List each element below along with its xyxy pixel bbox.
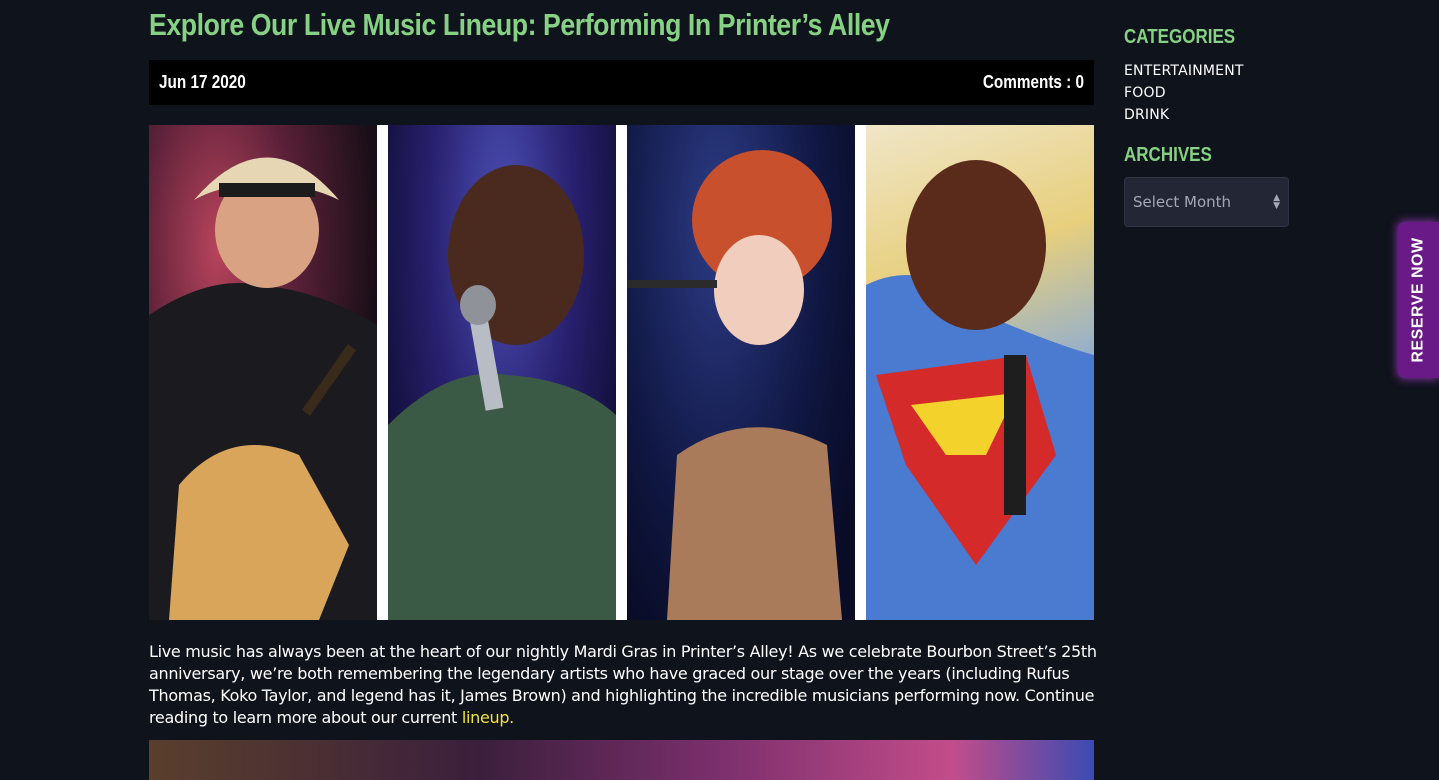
guitarist-figure: [149, 157, 377, 620]
post-title: Explore Our Live Music Lineup: Performin…: [149, 7, 890, 42]
performer-photo-singer-green-shirt: [388, 125, 616, 620]
categories-heading: CATEGORIES: [1124, 26, 1236, 48]
category-link-food[interactable]: FOOD: [1124, 82, 1244, 104]
reserve-now-label: RESERVE NOW: [1409, 237, 1427, 363]
performer-photo-guitarist: [149, 125, 377, 620]
second-post-image: [149, 740, 1094, 780]
superman-singer-figure: [866, 160, 1094, 620]
post-body-text: Live music has always been at the heart …: [149, 642, 1097, 727]
select-updown-icon: ▲ ▼: [1273, 193, 1280, 211]
archive-select-value: Select Month: [1133, 193, 1232, 211]
lineup-link[interactable]: lineup.: [462, 708, 514, 727]
post-excerpt: Live music has always been at the heart …: [149, 641, 1099, 729]
performer-photo-superman-shirt: [866, 125, 1094, 620]
categories-list: ENTERTAINMENT FOOD DRINK: [1124, 60, 1244, 126]
archive-month-select[interactable]: Select Month ▲ ▼: [1124, 177, 1289, 227]
singer-red-hair-figure: [627, 150, 842, 620]
post-date: Jun 17 2020: [159, 72, 246, 92]
post-meta-bar: Jun 17 2020 Comments : 0: [149, 60, 1094, 105]
category-link-entertainment[interactable]: ENTERTAINMENT: [1124, 60, 1244, 82]
singer-figure: [388, 165, 616, 620]
category-link-drink[interactable]: DRINK: [1124, 104, 1244, 126]
comments-count-link[interactable]: Comments : 0: [983, 72, 1084, 93]
reserve-now-button[interactable]: RESERVE NOW: [1398, 222, 1439, 378]
archives-heading: ARCHIVES: [1124, 144, 1212, 166]
hero-image-collage: [149, 125, 1094, 620]
performer-photo-singer-leopard-dress: [627, 125, 855, 620]
